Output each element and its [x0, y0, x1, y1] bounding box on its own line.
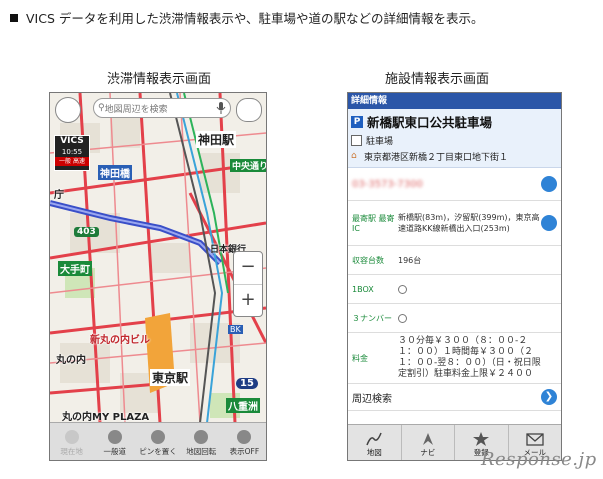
toolbar-display-off[interactable]: 表示OFF: [223, 423, 266, 460]
map-label-kandabashi: 神田橋: [98, 165, 132, 180]
map-label-yaesu: 八重洲: [226, 398, 260, 413]
map-label-shin-marunouchi: 新丸の内ビル: [90, 335, 150, 346]
vics-time: 10:55: [61, 148, 83, 156]
layers-button[interactable]: [236, 98, 262, 122]
toolbar-label: ピンを置く: [139, 447, 177, 456]
toolbar-label: 地図回転: [186, 447, 217, 456]
watermark: Response.jp: [481, 449, 597, 470]
detail-row-capacity: 収容台数 196台: [348, 246, 561, 275]
map-label-kanda-station: 神田駅: [196, 131, 237, 148]
facility-category: 駐車場: [366, 137, 394, 147]
map-label-chou: 庁: [54, 190, 64, 201]
zoom-in-button[interactable]: +: [234, 285, 262, 317]
toolbar-label: 現在地: [60, 447, 83, 456]
nearby-search-row[interactable]: 周辺検索 ❯: [348, 384, 561, 411]
phone-number: 03-3573-7300: [352, 178, 423, 190]
detail-row-3number: ３ナンバー: [348, 304, 561, 333]
headline: VICS データを利用した渋滞情報表示や、駐車場や道の駅などの詳細情報を表示。: [10, 8, 484, 27]
headline-text: VICS データを利用した渋滞情報表示や、駐車場や道の駅などの詳細情報を表示。: [26, 11, 484, 26]
display-off-icon: [237, 430, 252, 444]
search-placeholder: 地図周辺を検索: [104, 104, 168, 115]
map-label-chuo-dori: 中央通り: [230, 159, 266, 172]
toolbar-map[interactable]: 地図: [348, 425, 402, 460]
map-label-route-15: 15: [236, 378, 258, 389]
facility-name: 新橋駅東口公共駐車場: [367, 115, 493, 130]
map-icon: [366, 432, 382, 446]
zoom-control: − +: [233, 251, 263, 317]
toolbar-label: ナビ: [420, 448, 436, 457]
availability-circle-icon: [398, 284, 407, 294]
toolbar-navi[interactable]: ナビ: [402, 425, 455, 460]
map-label-ohtemachi: 大手町: [58, 261, 92, 276]
toolbar-label: 一般道: [103, 447, 127, 456]
nearby-search-label: 周辺検索: [352, 393, 392, 405]
map-label-route-403: 403: [74, 227, 99, 237]
detail-row-1box: 1BOX: [348, 275, 561, 304]
caption-left: 渋滞情報表示画面: [107, 72, 212, 87]
facility-summary: P 新橋駅東口公共駐車場 駐車場 ⌂ 東京都港区新橋２丁目東口地下街１: [348, 109, 561, 168]
detail-row-nearest: 最寄駅 最寄IC 新橋駅(83m)，汐留駅(399m)，東京高速道路KK線新橋出…: [348, 201, 561, 246]
detail-header: 詳細情報: [348, 93, 561, 109]
toolbar-place-pin[interactable]: ピンを置く: [136, 423, 179, 460]
vics-tag: 一般 高速: [55, 157, 89, 166]
category-icon: [351, 135, 362, 146]
phone-row[interactable]: 03-3573-7300: [348, 168, 561, 201]
map-search-bar[interactable]: ⚲ 地図周辺を検索: [93, 98, 231, 118]
row-value: 新橋駅(83m)，汐留駅(399m)，東京高速道路KK線新橋出入口(253m): [398, 213, 540, 233]
star-icon: [473, 432, 490, 446]
detail-screen: 詳細情報 P 新橋駅東口公共駐車場 駐車場 ⌂ 東京都港区新橋２丁目東口地下街１…: [347, 92, 562, 461]
vics-badge: VICS 10:55 一般 高速: [54, 135, 90, 171]
map-label-my-plaza: 丸の内MY PLAZA: [62, 412, 150, 423]
toolbar-label: 表示OFF: [229, 447, 260, 456]
row-key: 最寄駅 最寄IC: [352, 214, 395, 233]
caption-right: 施設情報表示画面: [385, 72, 490, 87]
row-value: 196台: [398, 255, 422, 265]
arrow-right-icon: ❯: [541, 389, 557, 405]
availability-circle-icon: [398, 313, 407, 323]
facility-address: 東京都港区新橋２丁目東口地下街１: [364, 153, 509, 163]
list-icon[interactable]: [541, 215, 557, 231]
phone-call-icon[interactable]: [541, 176, 557, 192]
current-location-icon: [64, 430, 79, 444]
search-icon: ⚲: [98, 103, 105, 113]
pin-icon: [151, 430, 165, 444]
mic-icon[interactable]: [216, 101, 226, 115]
parking-icon: P: [351, 115, 363, 128]
row-key: 料金: [352, 353, 368, 363]
home-icon: ⌂: [351, 151, 357, 161]
zoom-out-button[interactable]: −: [234, 252, 262, 285]
compass-icon[interactable]: [55, 97, 81, 123]
map-label-tokyo-station: 東京駅: [150, 369, 191, 386]
row-key: ３ナンバー: [352, 313, 392, 323]
toolbar-road-type[interactable]: 一般道: [93, 423, 136, 460]
bullet-square-icon: [10, 13, 18, 22]
map-label-marunouchi: 丸の内: [56, 355, 86, 366]
map-label-bk: BK: [228, 325, 243, 334]
row-value: ３０分毎￥３００（８：００-２１：００）１時間毎￥３００（２１：００-翌８：００…: [398, 336, 541, 379]
row-key: 1BOX: [352, 284, 374, 294]
vics-title: VICS: [60, 136, 84, 146]
navi-icon: [422, 433, 433, 445]
toolbar-label: 地図: [366, 448, 382, 457]
toolbar-rotate-map[interactable]: 地図回転: [180, 423, 223, 460]
car-icon: [107, 430, 122, 444]
map-toolbar: 現在地 一般道 ピンを置く 地図回転 表示OFF: [50, 422, 266, 460]
detail-row-fee: 料金 ３０分毎￥３００（８：００-２１：００）１時間毎￥３００（２１：００-翌８…: [348, 333, 561, 384]
map-screen: ⚲ 地図周辺を検索 VICS 10:55 一般 高速 神田駅 神田橋 庁 403…: [49, 92, 267, 461]
row-key: 収容台数: [352, 255, 384, 265]
toolbar-current-location[interactable]: 現在地: [50, 423, 93, 460]
mail-icon: [526, 433, 544, 446]
rotate-icon: [194, 430, 209, 444]
